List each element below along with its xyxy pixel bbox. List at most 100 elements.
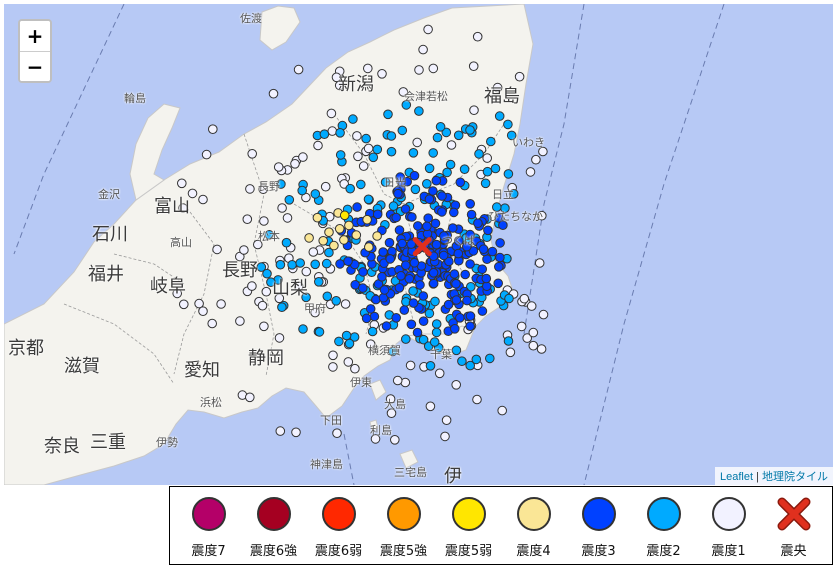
intensity4-station-marker [304,233,314,243]
intensity1-station-marker [320,181,331,192]
intensity2-station-marker [485,353,495,364]
intensity1-station-marker [208,124,218,134]
intensity3-station-marker [407,212,417,222]
zoom-in-button[interactable]: + [20,21,50,51]
intensity1-station-marker [350,363,360,374]
intensity2-station-marker [361,133,371,144]
intensity2-station-marker [301,292,311,303]
intensity1-station-marker [178,203,188,213]
intensity3-station-marker [451,279,461,289]
intensity1-station-marker [525,167,536,177]
intensity3-station-marker [481,273,492,284]
intensity1-station-marker [370,434,381,444]
intensity2-station-marker [356,179,366,190]
intensity1-station-marker [331,72,342,83]
legend-label: 震度1 [711,544,746,559]
intensity1-station-marker [353,151,363,162]
intensity2-station-marker [471,354,482,365]
intensity1-station-marker [198,306,208,317]
intensity1-station-marker [327,126,338,136]
intensity3-station-marker [378,247,388,257]
legend-item: 震度1 [696,497,761,559]
intensity2-station-marker [490,163,501,174]
intensity2-station-marker [494,111,505,121]
intensity3-station-marker [372,209,383,220]
intensity1-station-marker [472,31,483,42]
intensity1-station-marker [179,299,189,310]
intensity2-station-marker [310,189,321,199]
intensity3-station-marker [358,267,368,277]
intensity1-station-marker [293,281,304,292]
intensity1-station-marker [519,293,530,304]
station-markers [172,24,549,445]
intensity2-station-marker [295,258,306,268]
intensity3-station-marker [431,239,442,250]
intensity2-station-marker [322,291,333,302]
intensity3-station-marker [385,254,396,264]
intensity2-station-marker [383,109,393,120]
intensity2-station-marker [408,286,418,296]
intensity1-station-marker [358,161,369,171]
intensity1-station-marker [310,307,320,318]
intensity2-station-marker [386,146,397,157]
zoom-out-button[interactable]: − [20,51,50,81]
intensity2-station-marker [281,237,292,248]
intensity3-station-marker [377,272,387,282]
intensity1-station-marker [414,65,424,75]
intensity3-station-marker [493,278,504,289]
intensity2-station-marker [453,130,464,141]
intensity1-station-marker [365,339,376,350]
intensity1-station-marker [412,137,423,148]
intensity1-station-marker [326,108,337,119]
intensity3-station-marker [478,244,489,254]
intensity3-station-marker [397,238,408,249]
intensity1-station-marker [451,380,462,390]
intensity1-station-marker [247,149,257,159]
intensity2-station-marker [298,324,308,334]
intensity3-station-marker [409,257,420,268]
intensity3-station-marker [401,260,411,271]
intensity1-station-marker [536,344,547,354]
earthquake-intensity-map[interactable]: 佐渡 新潟 福島 会津若松 いわき 日立 ひたちなか 輪島 金沢 富山 石川 福… [4,4,833,485]
intensity3-station-marker [439,231,449,241]
intensity1-station-marker [428,63,439,74]
intensity2-station-marker [424,308,435,319]
intensity2-station-marker [388,201,399,211]
intensity3-station-marker [473,218,483,228]
intensity3-station-marker [428,268,439,278]
intensity3-station-marker [391,212,402,223]
intensity5-lower-station-marker [339,210,350,221]
intensity2-station-marker [401,100,412,110]
intensity1-station-marker [172,288,182,299]
intensity3-station-marker [443,299,454,310]
intensity3-station-marker [465,199,476,209]
intensity2-station-marker [430,296,440,307]
intensity2-station-marker [348,114,358,124]
intensity2-station-marker [508,189,519,199]
intensity1-station-marker [332,428,342,439]
legend-label: 震央 [780,544,807,559]
intensity-swatch-icon [191,497,226,531]
leaflet-link[interactable]: Leaflet [720,471,753,483]
intensity1-station-marker [328,362,338,372]
intensity1-station-marker [528,327,539,338]
intensity2-station-marker [388,346,398,357]
intensity4-station-marker [312,212,323,223]
intensity2-station-marker [422,179,432,189]
intensity3-station-marker [408,298,419,308]
intensity3-station-marker [437,191,447,201]
intensity2-station-marker [397,125,408,136]
intensity1-station-marker [505,347,516,358]
intensity2-station-marker [428,148,439,158]
intensity3-station-marker [455,177,466,188]
gsi-tile-link[interactable]: 地理院タイル [762,471,828,483]
intensity3-station-marker [453,248,464,259]
intensity2-station-marker [314,327,325,337]
intensity1-station-marker [216,299,226,309]
legend-item: 震度6強 [241,497,306,559]
intensity2-station-marker [503,336,514,346]
intensity1-station-marker [273,162,284,172]
intensity2-station-marker [474,149,484,159]
intensity-swatch-icon [646,497,681,531]
intensity3-station-marker [431,175,442,186]
